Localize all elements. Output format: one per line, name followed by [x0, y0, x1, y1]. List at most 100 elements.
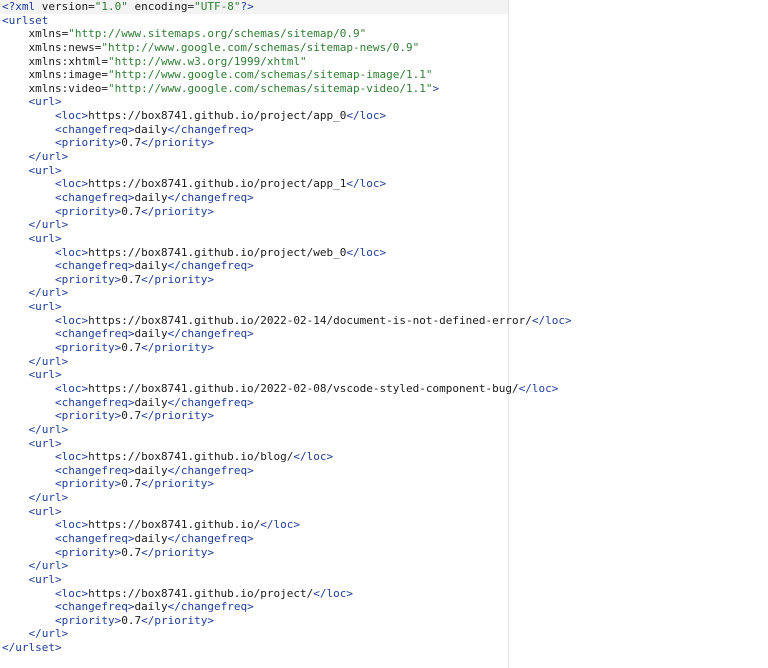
url-close-tag: </url>	[2, 150, 572, 164]
loc-close-tag: </loc>	[346, 109, 387, 123]
changefreq-line: <changefreq>daily</changefreq>	[2, 259, 572, 273]
namespace-line: xmlns:news="http://www.google.com/schema…	[28, 40, 420, 54]
changefreq-value: daily	[134, 600, 168, 614]
loc-line: <loc>https://box8741.github.io/blog/</lo…	[2, 450, 572, 464]
changefreq-close-tag: </changefreq>	[167, 259, 254, 273]
priority-open-tag: <priority>	[54, 136, 122, 150]
changefreq-line: <changefreq>daily</changefreq>	[2, 123, 572, 137]
changefreq-close-tag: </changefreq>	[167, 395, 254, 409]
namespace-line: xmlns:video="http://www.google.com/schem…	[28, 81, 440, 95]
xml-declaration-line: <?xml version="1.0" encoding="UTF-8"?>	[2, 0, 254, 13]
priority-close-tag: </priority>	[141, 409, 214, 423]
url-open-tag: <url>	[2, 573, 572, 587]
loc-line: <loc>https://box8741.github.io/project/w…	[2, 246, 572, 260]
namespace-value: "http://www.sitemaps.org/schemas/sitemap…	[68, 27, 367, 41]
namespace-line: xmlns="http://www.sitemaps.org/schemas/s…	[28, 27, 367, 41]
namespace-line: xmlns:image="http://www.google.com/schem…	[28, 68, 433, 82]
changefreq-open-tag: <changefreq>	[54, 190, 135, 204]
url-open-tag: <url>	[2, 437, 572, 451]
url-open-tag: <url>	[2, 232, 572, 246]
priority-line: <priority>0.7</priority>	[2, 341, 572, 355]
priority-close-tag: </priority>	[141, 341, 214, 355]
changefreq-open-tag: <changefreq>	[54, 600, 135, 614]
loc-value: https://box8741.github.io/project/app_0	[88, 109, 347, 123]
priority-value: 0.7	[121, 136, 142, 150]
priority-open-tag: <priority>	[54, 204, 122, 218]
priority-value: 0.7	[121, 341, 142, 355]
priority-line: <priority>0.7</priority>	[2, 546, 572, 560]
priority-close-tag: </priority>	[141, 545, 214, 559]
changefreq-close-tag: </changefreq>	[167, 327, 254, 341]
changefreq-value: daily	[134, 190, 168, 204]
changefreq-line: <changefreq>daily</changefreq>	[2, 600, 572, 614]
changefreq-close-tag: </changefreq>	[167, 122, 254, 136]
url-close: </url>	[28, 422, 69, 436]
changefreq-close-tag: </changefreq>	[167, 463, 254, 477]
urlset-open-close: >	[432, 81, 440, 95]
priority-open-tag: <priority>	[54, 545, 122, 559]
changefreq-value: daily	[134, 395, 168, 409]
loc-close-tag: </loc>	[346, 245, 387, 259]
changefreq-open-tag: <changefreq>	[54, 531, 135, 545]
priority-value: 0.7	[121, 409, 142, 423]
url-entry: <url> <loc>https://box8741.github.io/202…	[2, 300, 572, 368]
priority-value: 0.7	[121, 613, 142, 627]
loc-value: https://box8741.github.io/project/	[88, 586, 314, 600]
url-close-tag: </url>	[2, 559, 572, 573]
namespace-value: "http://www.w3.org/1999/xhtml"	[107, 54, 307, 68]
xml-source-view: <?xml version="1.0" encoding="UTF-8"?> <…	[0, 0, 768, 668]
namespace-value: "http://www.google.com/schemas/sitemap-n…	[101, 40, 420, 54]
urlset-open-tag: <urlset	[2, 13, 49, 27]
url-open: <url>	[28, 300, 62, 314]
priority-close-tag: </priority>	[141, 272, 214, 286]
url-entry: <url> <loc>https://box8741.github.io/pro…	[2, 95, 572, 163]
priority-open-tag: <priority>	[54, 409, 122, 423]
loc-open-tag: <loc>	[54, 518, 89, 532]
namespace-name: xmlns:news	[28, 40, 95, 54]
loc-open-tag: <loc>	[54, 245, 89, 259]
url-close-tag: </url>	[2, 423, 572, 437]
changefreq-open-tag: <changefreq>	[54, 463, 135, 477]
loc-line: <loc>https://box8741.github.io/project/a…	[2, 177, 572, 191]
loc-open-tag: <loc>	[54, 109, 89, 123]
namespace-line: xmlns:xhtml="http://www.w3.org/1999/xhtm…	[28, 54, 307, 68]
changefreq-value: daily	[134, 327, 168, 341]
url-entry: <url> <loc>https://box8741.github.io/</l…	[2, 505, 572, 573]
changefreq-open-tag: <changefreq>	[54, 259, 135, 273]
url-close-tag: </url>	[2, 355, 572, 369]
url-close: </url>	[28, 627, 69, 641]
priority-close-tag: </priority>	[141, 136, 214, 150]
xml-code-block: <?xml version="1.0" encoding="UTF-8"?> <…	[2, 0, 572, 655]
url-open-tag: <url>	[2, 95, 572, 109]
loc-line: <loc>https://box8741.github.io/project/<…	[2, 587, 572, 601]
changefreq-line: <changefreq>daily</changefreq>	[2, 191, 572, 205]
changefreq-line: <changefreq>daily</changefreq>	[2, 532, 572, 546]
changefreq-line: <changefreq>daily</changefreq>	[2, 464, 572, 478]
priority-close-tag: </priority>	[141, 613, 214, 627]
url-entry: <url> <loc>https://box8741.github.io/202…	[2, 368, 572, 436]
url-open: <url>	[28, 572, 62, 586]
changefreq-close-tag: </changefreq>	[167, 190, 254, 204]
loc-value: https://box8741.github.io/blog/	[88, 450, 294, 464]
changefreq-line: <changefreq>daily</changefreq>	[2, 327, 572, 341]
loc-close-tag: </loc>	[346, 177, 387, 191]
changefreq-close-tag: </changefreq>	[167, 600, 254, 614]
namespace-name: xmlns:image	[28, 68, 102, 82]
priority-open-tag: <priority>	[54, 477, 122, 491]
loc-close-tag: </loc>	[531, 313, 572, 327]
loc-line: <loc>https://box8741.github.io/project/a…	[2, 109, 572, 123]
loc-value: https://box8741.github.io/	[88, 518, 261, 532]
priority-line: <priority>0.7</priority>	[2, 409, 572, 423]
namespace-name: xmlns:xhtml	[28, 54, 102, 68]
url-open: <url>	[28, 368, 62, 382]
loc-close-tag: </loc>	[518, 381, 559, 395]
url-close: </url>	[28, 354, 69, 368]
priority-value: 0.7	[121, 477, 142, 491]
loc-line: <loc>https://box8741.github.io/2022-02-1…	[2, 314, 572, 328]
loc-value: https://box8741.github.io/project/web_0	[88, 245, 347, 259]
priority-open-tag: <priority>	[54, 613, 122, 627]
url-open-tag: <url>	[2, 505, 572, 519]
loc-value: https://box8741.github.io/project/app_1	[88, 177, 347, 191]
loc-close-tag: </loc>	[313, 586, 354, 600]
changefreq-open-tag: <changefreq>	[54, 327, 135, 341]
